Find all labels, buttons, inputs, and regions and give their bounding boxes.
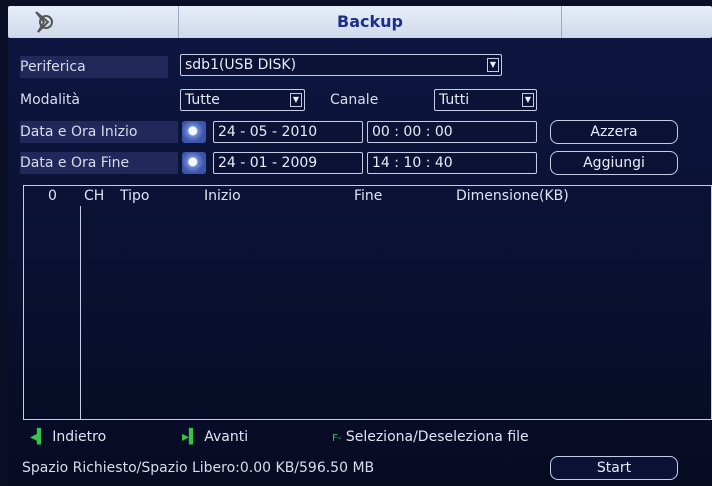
modalita-value: Tutte [185,92,220,108]
inizio-label: Data e Ora Inizio [20,121,178,143]
inizio-time-field[interactable]: 00 : 00 : 00 [367,121,537,143]
azzera-button[interactable]: Azzera [550,120,678,144]
space-status: Spazio Richiesto/Spazio Libero:0.00 KB/5… [22,460,375,476]
fine-label: Data e Ora Fine [20,152,178,174]
next-label: Avanti [204,429,249,445]
canale-select[interactable]: Tutti ▼ [434,89,537,111]
prev-label: Indietro [52,429,107,445]
app-logo-icon [35,11,53,33]
periferica-label: Periferica [20,56,168,78]
title-bar: Backup [8,6,712,38]
chevron-down-icon: ▼ [290,93,302,107]
title-logo-area [8,6,179,38]
col-inizio: Inizio [204,188,241,204]
prev-page-button[interactable]: ◂▍ Indietro [30,426,106,448]
aggiungi-button[interactable]: Aggiungi [550,151,678,175]
fine-time-field[interactable]: 14 : 10 : 40 [367,152,537,174]
calendar-icon[interactable] [182,121,206,143]
periferica-select[interactable]: sdb1(USB DISK) ▼ [180,54,502,76]
periferica-value: sdb1(USB DISK) [185,57,297,73]
col-tipo: Tipo [120,188,150,204]
fine-date-field[interactable]: 24 - 01 - 2009 [213,152,363,174]
fn-key-icon: F- [332,433,342,444]
select-label: Seleziona/Deseleziona file [345,429,529,445]
table-divider [80,206,81,419]
col-fine: Fine [354,188,383,204]
canale-value: Tutti [439,92,470,108]
modalita-select[interactable]: Tutte ▼ [180,89,305,111]
chevron-down-icon: ▼ [522,93,534,107]
select-file-button[interactable]: F- Seleziona/Deseleziona file [332,426,529,448]
calendar-icon[interactable] [182,152,206,174]
modalita-label: Modalità [20,92,80,108]
start-button[interactable]: Start [550,456,678,480]
file-table[interactable]: 0 CH Tipo Inizio Fine Dimensione(KB) [23,185,712,420]
chevron-down-icon: ▼ [487,58,499,72]
col-ch: CH [84,188,105,204]
prev-icon: ◂▍ [30,429,48,445]
canale-label: Canale [330,92,379,108]
window-title: Backup [337,12,403,31]
col-index: 0 [48,188,57,204]
inizio-date-field[interactable]: 24 - 05 - 2010 [213,121,363,143]
title-right-area [561,6,712,38]
col-dimensione: Dimensione(KB) [456,188,569,204]
next-icon: ▸▍ [182,429,200,445]
next-page-button[interactable]: ▸▍ Avanti [182,426,248,448]
